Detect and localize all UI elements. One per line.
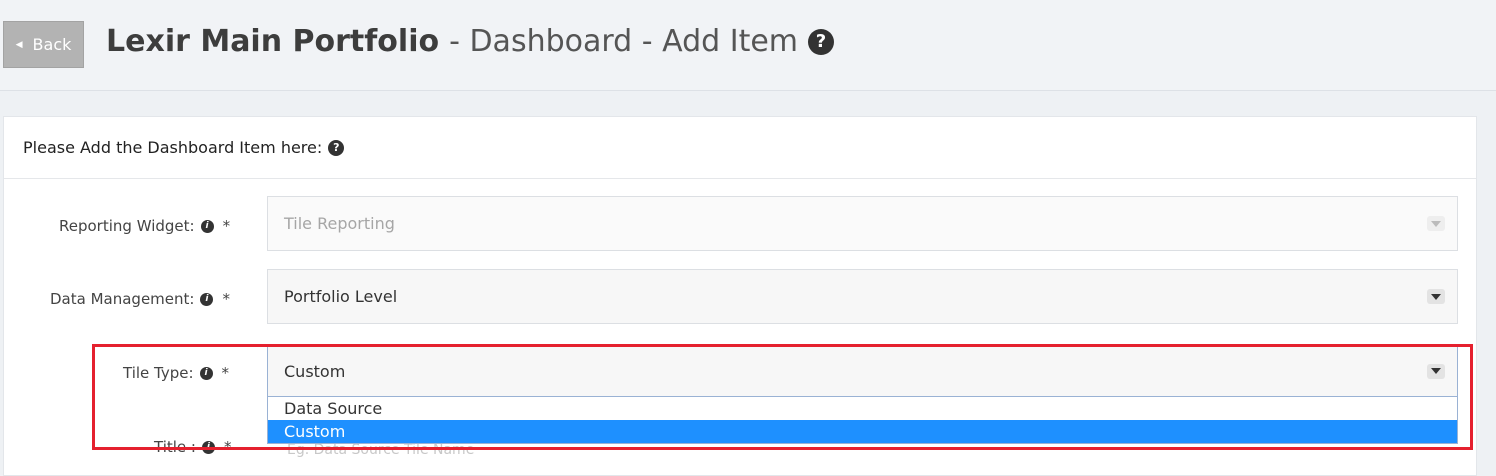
info-icon: i: [201, 440, 215, 454]
reporting-widget-label: Reporting Widget: i *: [59, 217, 230, 235]
question-circle-icon[interactable]: ?: [328, 139, 345, 156]
required-marker: *: [222, 217, 231, 235]
reporting-widget-value: Tile Reporting: [284, 214, 395, 233]
back-button[interactable]: ◀ Back: [3, 21, 84, 68]
panel-heading-text: Please Add the Dashboard Item here:: [23, 138, 323, 157]
panel-heading: Please Add the Dashboard Item here: ?: [4, 117, 1476, 179]
reporting-widget-select: Tile Reporting: [267, 196, 1458, 251]
title-label-text: Title :: [154, 438, 196, 456]
tile-type-select[interactable]: Custom: [267, 345, 1458, 397]
chevron-down-icon[interactable]: [1427, 289, 1445, 304]
chevron-down-icon[interactable]: [1427, 363, 1445, 379]
tile-type-label-text: Tile Type:: [123, 364, 194, 382]
tile-type-label: Tile Type: i *: [123, 364, 229, 382]
question-circle-icon[interactable]: ?: [808, 29, 835, 55]
tile-type-value: Custom: [284, 361, 346, 381]
data-management-value: Portfolio Level: [284, 287, 398, 306]
back-button-label: Back: [32, 35, 72, 54]
required-marker: *: [222, 290, 230, 308]
dropdown-option-custom[interactable]: Custom: [268, 420, 1457, 443]
title-input-placeholder: Eg. Data Source Tile Name: [287, 442, 475, 458]
title-label: Title : i *: [154, 438, 231, 456]
reporting-widget-label-text: Reporting Widget:: [59, 217, 195, 235]
data-management-label: Data Management: i *: [50, 290, 230, 308]
info-icon: i: [200, 219, 214, 233]
page-header: ◀ Back Lexir Main Portfolio - Dashboard …: [0, 0, 1496, 91]
info-icon: i: [200, 292, 214, 306]
required-marker: *: [223, 438, 232, 456]
page-title-portfolio: Lexir Main Portfolio: [106, 24, 440, 59]
dropdown-option-data-source[interactable]: Data Source: [268, 397, 1457, 420]
page-title: Lexir Main Portfolio - Dashboard - Add I…: [106, 22, 835, 62]
caret-left-icon: ◀: [15, 39, 23, 50]
tile-type-dropdown[interactable]: Data Source Custom: [267, 396, 1458, 444]
data-management-select[interactable]: Portfolio Level: [267, 269, 1458, 324]
info-icon: i: [199, 366, 213, 380]
chevron-down-icon: [1427, 216, 1445, 231]
data-management-label-text: Data Management:: [50, 290, 195, 308]
page-title-section: - Dashboard - Add Item: [449, 24, 799, 59]
required-marker: *: [221, 364, 230, 382]
